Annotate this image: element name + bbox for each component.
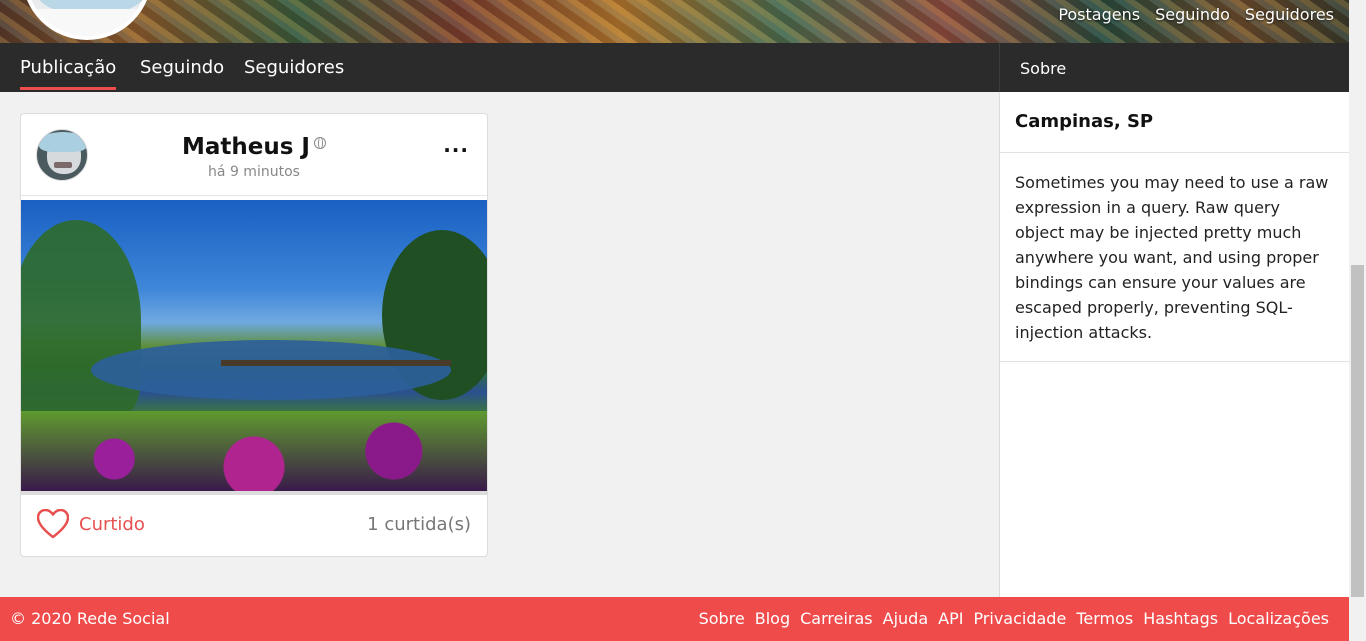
footer-link-privacidade[interactable]: Privacidade bbox=[973, 609, 1066, 628]
post-author-name[interactable]: Matheus J bbox=[182, 134, 310, 160]
heart-icon[interactable] bbox=[37, 509, 69, 539]
tab-publicacao[interactable]: Publicação bbox=[20, 57, 117, 90]
more-options-icon[interactable]: ··· bbox=[443, 138, 469, 162]
sidebar-bio: Sometimes you may need to use a raw expr… bbox=[1000, 153, 1349, 362]
site-footer: © 2020 Rede Social Sobre Blog Carreiras … bbox=[0, 597, 1349, 641]
footer-copyright: © 2020 Rede Social bbox=[10, 609, 170, 628]
cover-nav-postagens[interactable]: Postagens bbox=[1058, 5, 1140, 24]
tab-seguindo[interactable]: Seguindo bbox=[140, 57, 224, 78]
footer-link-sobre[interactable]: Sobre bbox=[699, 609, 745, 628]
footer-link-ajuda[interactable]: Ajuda bbox=[883, 609, 929, 628]
sidebar-panel: Campinas, SP Sometimes you may need to u… bbox=[999, 92, 1349, 597]
footer-links: Sobre Blog Carreiras Ajuda API Privacida… bbox=[699, 609, 1329, 628]
like-count: 1 curtida(s) bbox=[367, 514, 471, 535]
post-card: Matheus J há 9 minutos ··· Curtido 1 cur… bbox=[20, 113, 488, 557]
scrollbar-thumb[interactable] bbox=[1351, 265, 1364, 597]
sidebar-header: Sobre bbox=[999, 43, 1349, 92]
post-header: Matheus J há 9 minutos ··· bbox=[21, 114, 487, 196]
cover-nav-seguidores[interactable]: Seguidores bbox=[1245, 5, 1334, 24]
post-actions: Curtido 1 curtida(s) bbox=[21, 495, 487, 556]
footer-link-termos[interactable]: Termos bbox=[1076, 609, 1133, 628]
post-image[interactable] bbox=[21, 200, 487, 491]
globe-icon bbox=[314, 137, 326, 149]
cover-nav-seguindo[interactable]: Seguindo bbox=[1155, 5, 1230, 24]
footer-link-carreiras[interactable]: Carreiras bbox=[800, 609, 873, 628]
sidebar-location: Campinas, SP bbox=[1000, 92, 1349, 153]
post-timestamp: há 9 minutos bbox=[208, 164, 300, 180]
cover-nav: Postagens Seguindo Seguidores bbox=[1058, 5, 1334, 24]
tab-seguidores[interactable]: Seguidores bbox=[244, 57, 344, 78]
post-author[interactable]: Matheus J bbox=[21, 134, 487, 160]
profile-cover: Postagens Seguindo Seguidores bbox=[0, 0, 1349, 43]
footer-link-blog[interactable]: Blog bbox=[755, 609, 790, 628]
footer-link-api[interactable]: API bbox=[938, 609, 963, 628]
profile-avatar[interactable] bbox=[22, 0, 152, 40]
footer-link-hashtags[interactable]: Hashtags bbox=[1143, 609, 1218, 628]
like-button[interactable]: Curtido bbox=[79, 514, 145, 535]
profile-tabs: Publicação Seguindo Seguidores bbox=[0, 43, 999, 92]
footer-link-localizacoes[interactable]: Localizações bbox=[1228, 609, 1329, 628]
